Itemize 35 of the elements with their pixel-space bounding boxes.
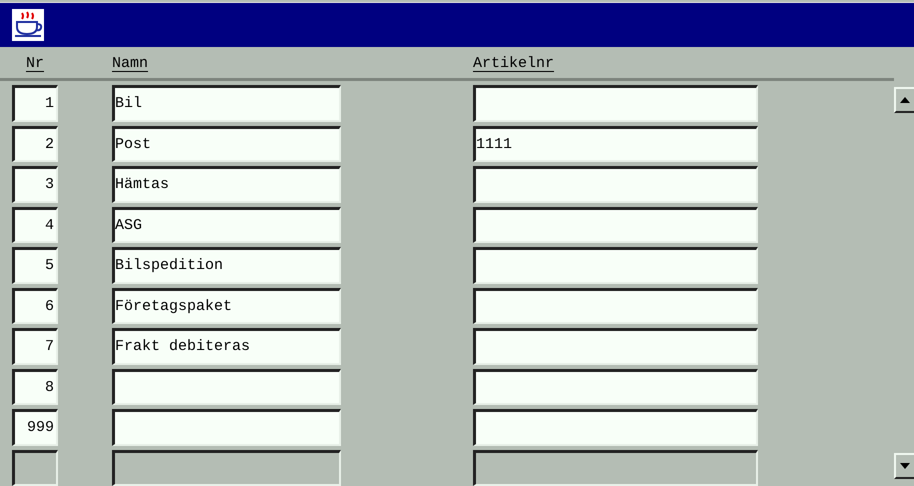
article-number-field[interactable]	[473, 288, 758, 324]
number-field[interactable]: 3	[12, 166, 58, 202]
article-number-field[interactable]	[473, 409, 758, 446]
name-field[interactable]: Företagspaket	[112, 288, 341, 324]
scroll-up-button[interactable]	[894, 87, 914, 113]
number-field[interactable]: 8	[12, 368, 58, 405]
column-header: Namn	[112, 55, 150, 74]
scroll-down-button[interactable]	[894, 453, 914, 479]
name-field[interactable]: Bilspedition	[112, 247, 341, 284]
article-number-field[interactable]	[473, 85, 758, 122]
number-field[interactable]: 1	[12, 85, 58, 122]
down-arrow-icon	[900, 463, 910, 469]
number-field[interactable]: 5	[12, 247, 58, 284]
number-field[interactable]: 2	[12, 126, 58, 162]
article-number-field[interactable]	[473, 166, 758, 202]
name-field[interactable]	[112, 368, 341, 405]
number-field[interactable]: 999	[12, 409, 58, 446]
article-number-field[interactable]	[473, 206, 758, 243]
name-field[interactable]	[112, 409, 341, 446]
article-number-field[interactable]	[473, 328, 758, 364]
name-field[interactable]: Frakt debiteras	[112, 328, 341, 364]
name-field[interactable]: Post	[112, 126, 341, 162]
cup-icon	[12, 9, 44, 41]
name-field[interactable]: Bil	[112, 85, 341, 122]
article-number-field[interactable]: 1111	[473, 126, 758, 162]
name-field[interactable]: ASG	[112, 206, 341, 243]
article-number-field[interactable]	[473, 247, 758, 284]
number-field[interactable]: 4	[12, 206, 58, 243]
number-field[interactable]: 7	[12, 328, 58, 364]
up-arrow-icon	[900, 97, 910, 103]
column-header: Nr	[24, 55, 45, 74]
column-header: Artikelnr	[473, 55, 554, 74]
name-field[interactable]: Hämtas	[112, 166, 341, 202]
number-field[interactable]: 6	[12, 288, 58, 324]
article-number-field[interactable]	[473, 368, 758, 405]
